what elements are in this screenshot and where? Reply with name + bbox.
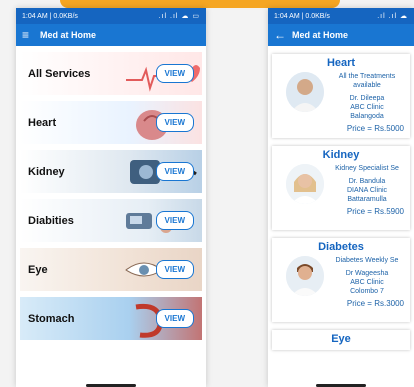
doctor-card-kidney[interactable]: Kidney Kidney Specialist Se Dr. Bandula … [272, 146, 410, 230]
card-title: Heart [326, 57, 356, 69]
service-name: Heart [28, 116, 57, 129]
menu-icon[interactable]: ≡ [22, 28, 40, 42]
doctor-avatar [286, 72, 324, 112]
top-accent-bar [60, 0, 340, 8]
status-icons: .ıl .ıl ☁ ▭ [158, 13, 200, 20]
back-arrow-icon[interactable]: ← [274, 28, 292, 42]
doctor-name: Dr. Bandula [348, 178, 386, 185]
status-time: 1:04 AM | 0.0KB/s [274, 12, 330, 20]
service-name: All Services [28, 67, 91, 80]
card-description: All the Treatments available [338, 73, 396, 89]
service-list: All Services VIEW Heart VIEW Kidney VIEW [16, 46, 206, 352]
status-time: 1:04 AM | 0.0KB/s [22, 12, 78, 20]
app-title: Med at Home [40, 30, 97, 40]
card-title: Eye [331, 333, 351, 345]
doctors-screen: 1:04 AM | 0.0KB/s .ıl .ıl ☁ ← Med at Hom… [268, 8, 414, 387]
clinic-name: ABC Clinic [350, 279, 384, 286]
service-name: Kidney [28, 165, 65, 178]
doctor-card-eye[interactable]: Eye [272, 330, 410, 350]
service-name: Diabities [28, 214, 74, 227]
clinic-location: Balangoda [350, 113, 384, 120]
service-item-kidney[interactable]: Kidney VIEW [20, 150, 202, 193]
services-screen: 1:04 AM | 0.0KB/s .ıl .ıl ☁ ▭ ≡ Med at H… [16, 8, 206, 387]
clinic-name: DIANA Clinic [346, 187, 388, 194]
status-bar: 1:04 AM | 0.0KB/s .ıl .ıl ☁ [268, 8, 414, 24]
service-item-stomach[interactable]: Stomach VIEW [20, 297, 202, 340]
clinic-location: Battaramulla [347, 196, 387, 203]
card-title: Kidney [322, 149, 360, 161]
service-item-eye[interactable]: Eye VIEW [20, 248, 202, 291]
status-icons: .ıl .ıl ☁ [377, 13, 408, 20]
app-title: Med at Home [292, 30, 349, 40]
view-button[interactable]: VIEW [155, 309, 194, 328]
price-label: Price = Rs.5000 [346, 124, 404, 133]
doctor-avatar [286, 256, 324, 296]
doctor-card-list: Heart All the Treatments available Dr. D… [268, 46, 414, 350]
doctor-name: Dr. Dileepa [349, 95, 385, 102]
app-bar: ≡ Med at Home [16, 24, 206, 46]
price-label: Price = Rs.5900 [346, 207, 404, 216]
view-button[interactable]: VIEW [155, 162, 194, 181]
app-bar: ← Med at Home [268, 24, 414, 46]
doctor-card-heart[interactable]: Heart All the Treatments available Dr. D… [272, 54, 410, 138]
service-item-heart[interactable]: Heart VIEW [20, 101, 202, 144]
doctor-card-diabetes[interactable]: Diabetes Diabetes Weekly Se Dr Wageesha … [272, 238, 410, 322]
view-button[interactable]: VIEW [155, 211, 194, 230]
service-name: Eye [28, 263, 48, 276]
view-button[interactable]: VIEW [155, 64, 194, 83]
status-bar: 1:04 AM | 0.0KB/s .ıl .ıl ☁ ▭ [16, 8, 206, 24]
service-item-diabities[interactable]: Diabities VIEW [20, 199, 202, 242]
card-title: Diabetes [318, 241, 364, 253]
service-item-all[interactable]: All Services VIEW [20, 52, 202, 95]
price-label: Price = Rs.3000 [346, 299, 404, 308]
view-button[interactable]: VIEW [155, 113, 194, 132]
doctor-avatar [286, 164, 324, 204]
doctor-name: Dr Wageesha [345, 270, 389, 277]
card-description: Kidney Specialist Se [335, 165, 399, 172]
service-name: Stomach [28, 312, 75, 325]
clinic-location: Colombo 7 [350, 288, 384, 295]
clinic-name: ABC Clinic [350, 104, 384, 111]
card-description: Diabetes Weekly Se [335, 257, 399, 264]
view-button[interactable]: VIEW [155, 260, 194, 279]
